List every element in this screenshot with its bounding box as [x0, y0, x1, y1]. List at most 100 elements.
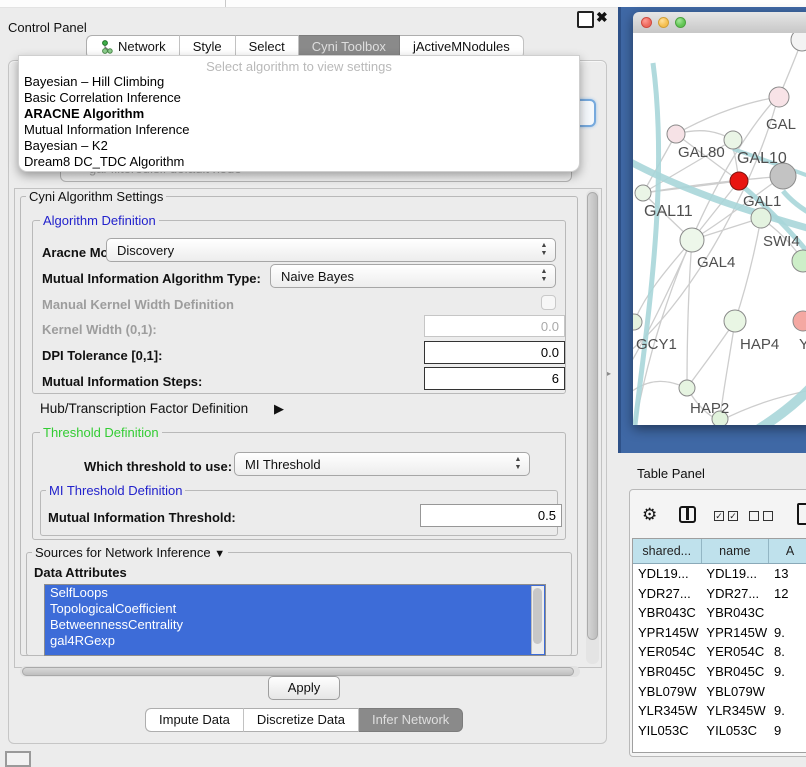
mi-steps-field[interactable]: 6	[424, 367, 565, 390]
table-row[interactable]: YDR27...YDR27...12	[633, 584, 806, 604]
which-threshold-label: Which threshold to use:	[84, 459, 232, 474]
bottom-tabbar: Impute DataDiscretize Data Infer Network	[145, 708, 463, 732]
mac-close-icon[interactable]	[641, 17, 652, 28]
table-cell: YIL053C	[633, 721, 701, 741]
table-row[interactable]: YDL19...YDL19...13	[633, 564, 806, 584]
aracne-mode-combo[interactable]: Discovery ▲▼	[106, 238, 556, 262]
table-header-row: shared...nameA	[633, 539, 806, 564]
network-node[interactable]	[751, 208, 771, 228]
table-row[interactable]: YER054CYER054C8.	[633, 642, 806, 662]
algorithm-option[interactable]: Mutual Information Inference	[19, 122, 579, 138]
dpi-tolerance-field[interactable]: 0.0	[424, 341, 565, 364]
mi-type-combo[interactable]: Naive Bayes ▲▼	[270, 264, 556, 288]
table-cell: YBR045C	[701, 662, 769, 682]
algorithm-option[interactable]: Bayesian – K2	[19, 138, 579, 154]
network-node[interactable]	[769, 87, 789, 107]
algorithm-option[interactable]: Dream8 DC_TDC Algorithm	[19, 154, 579, 170]
network-node[interactable]	[791, 33, 806, 51]
algorithm-dropdown-placeholder: Select algorithm to view settings	[19, 56, 579, 74]
network-node[interactable]	[792, 250, 806, 272]
close-panel-icon[interactable]: ✖	[596, 9, 608, 26]
table-row[interactable]: YLR345WYLR345W9.	[633, 701, 806, 721]
deselect-all-checkboxes-icon[interactable]	[749, 511, 773, 521]
table-cell: YDL19...	[701, 564, 769, 584]
network-node[interactable]	[679, 380, 695, 396]
network-node[interactable]	[724, 131, 742, 149]
data-attribute-item[interactable]: SelfLoops	[45, 585, 545, 601]
table-row[interactable]: YBL079WYBL079W	[633, 682, 806, 702]
network-node[interactable]	[680, 228, 704, 252]
split-divider-grip-icon[interactable]: ▸	[607, 369, 611, 378]
table-toolbar: ⚙ ✓✓	[630, 490, 806, 537]
sources-collapse-arrow-icon[interactable]: ▼	[214, 548, 225, 560]
settings-vertical-scrollbar-thumb[interactable]	[587, 192, 598, 640]
table-row[interactable]: YBR045CYBR045C9.	[633, 662, 806, 682]
bottom-tab-discretize-data[interactable]: Discretize Data	[244, 708, 359, 732]
data-attribute-item[interactable]: BetweennessCentrality	[45, 617, 545, 633]
node-label: GAL80	[678, 144, 725, 161]
export-table-icon[interactable]	[797, 503, 806, 525]
network-node[interactable]	[724, 310, 746, 332]
mi-threshold-label: Mutual Information Threshold:	[48, 510, 236, 525]
tab-label: Infer Network	[372, 709, 449, 731]
column-header[interactable]: shared...	[633, 539, 702, 563]
node-label: SWI4	[763, 233, 800, 250]
table-row[interactable]: YPR145WYPR145W9.	[633, 623, 806, 643]
network-view-window[interactable]: GALGAL80GAL10GAL11GAL1SWI4GAL4GCY1HAP4YH…	[633, 12, 806, 425]
table-cell: 8.	[769, 642, 806, 662]
network-node[interactable]	[635, 185, 651, 201]
table-cell: 9	[769, 721, 806, 741]
node-label: HAP4	[740, 336, 779, 353]
mi-threshold-field[interactable]: 0.5	[420, 504, 562, 527]
data-attribute-item[interactable]: TopologicalCoefficient	[45, 601, 545, 617]
mi-threshold-group-title: MI Threshold Definition	[46, 483, 185, 498]
attributes-scrollbar-thumb[interactable]	[533, 588, 542, 644]
mac-zoom-icon[interactable]	[675, 17, 686, 28]
column-header[interactable]: name	[702, 539, 770, 563]
bottom-tab-impute-data[interactable]: Impute Data	[145, 708, 244, 732]
table-cell: YER054C	[701, 642, 769, 662]
kernel-width-field[interactable]: 0.0	[424, 315, 565, 337]
algorithm-option[interactable]: Basic Correlation Inference	[19, 90, 579, 106]
network-canvas[interactable]: GALGAL80GAL10GAL11GAL1SWI4GAL4GCY1HAP4YH…	[633, 33, 806, 425]
network-window-titlebar[interactable]	[633, 12, 806, 34]
select-all-checkboxes-icon[interactable]: ✓✓	[714, 511, 738, 521]
kernel-width-label: Kernel Width (0,1):	[42, 322, 157, 337]
settings-horizontal-scrollbar-thumb[interactable]	[22, 667, 574, 676]
columns-icon[interactable]	[679, 506, 696, 523]
table-row[interactable]: YBR043CYBR043C	[633, 603, 806, 623]
bottom-tab-infer-network[interactable]: Infer Network	[359, 708, 463, 732]
node-label: GAL11	[644, 203, 693, 220]
table-cell: YBL079W	[633, 682, 701, 702]
apply-button[interactable]: Apply	[268, 676, 340, 700]
dpi-tolerance-label: DPI Tolerance [0,1]:	[42, 348, 162, 363]
network-node[interactable]	[667, 125, 685, 143]
stepper-icon: ▲▼	[539, 268, 549, 284]
attributes-scrollbar[interactable]	[531, 586, 544, 654]
mac-minimize-icon[interactable]	[658, 17, 669, 28]
hub-expand-arrow-icon[interactable]: ▶	[274, 401, 284, 417]
stepper-icon: ▲▼	[513, 456, 523, 472]
table-cell: YBR043C	[633, 603, 701, 623]
data-attributes-list[interactable]: SelfLoopsTopologicalCoefficientBetweenne…	[44, 584, 546, 656]
table-cell: YBR043C	[701, 603, 769, 623]
table-row[interactable]: YIL053CYIL053C9	[633, 721, 806, 741]
data-attribute-item[interactable]: gal4RGexp	[45, 633, 545, 649]
sources-group-title: Sources for Network Inference ▼	[32, 545, 228, 560]
manual-kernel-label: Manual Kernel Width Definition	[42, 297, 234, 312]
manual-kernel-checkbox[interactable]	[541, 295, 556, 310]
which-threshold-combo[interactable]: MI Threshold ▲▼	[234, 452, 530, 476]
network-node[interactable]	[633, 314, 642, 330]
node-label: HAP2	[690, 400, 729, 417]
network-node[interactable]	[793, 311, 806, 331]
column-header[interactable]: A	[769, 539, 806, 563]
algorithm-definition-title: Algorithm Definition	[40, 213, 159, 228]
algorithm-option[interactable]: ARACNE Algorithm	[19, 106, 579, 122]
float-panel-icon[interactable]	[577, 11, 594, 28]
network-node[interactable]	[730, 172, 748, 190]
algorithm-option[interactable]: Bayesian – Hill Climbing	[19, 74, 579, 90]
collapsed-panel-icon[interactable]	[5, 751, 31, 767]
table-cell: 9.	[769, 623, 806, 643]
table-cell: YLR345W	[633, 701, 701, 721]
gear-icon[interactable]: ⚙	[642, 505, 657, 525]
